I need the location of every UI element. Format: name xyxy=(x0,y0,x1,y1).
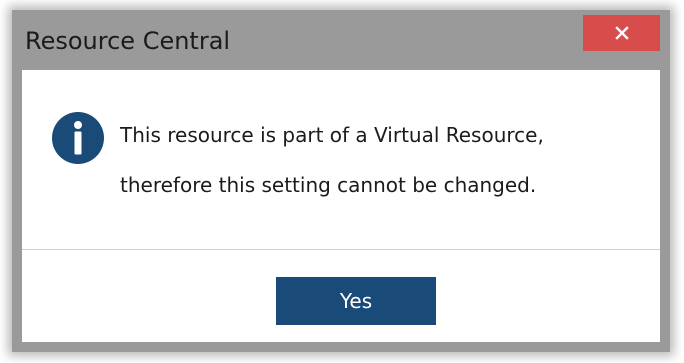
dialog-content: This resource is part of a Virtual Resou… xyxy=(22,70,660,342)
screen-background: Resource Central This resource is part o… xyxy=(0,0,684,363)
dialog-titlebar: Resource Central xyxy=(12,10,670,70)
message-dialog: Resource Central This resource is part o… xyxy=(12,10,670,352)
close-button[interactable] xyxy=(583,15,660,51)
dialog-title: Resource Central xyxy=(25,27,231,55)
yes-button[interactable]: Yes xyxy=(276,277,436,325)
dialog-message: This resource is part of a Virtual Resou… xyxy=(120,120,640,200)
close-icon xyxy=(614,25,630,41)
message-line-1: This resource is part of a Virtual Resou… xyxy=(120,123,544,147)
message-line-2: therefore this setting cannot be changed… xyxy=(120,173,537,197)
info-icon xyxy=(52,112,104,164)
content-divider xyxy=(22,249,660,250)
